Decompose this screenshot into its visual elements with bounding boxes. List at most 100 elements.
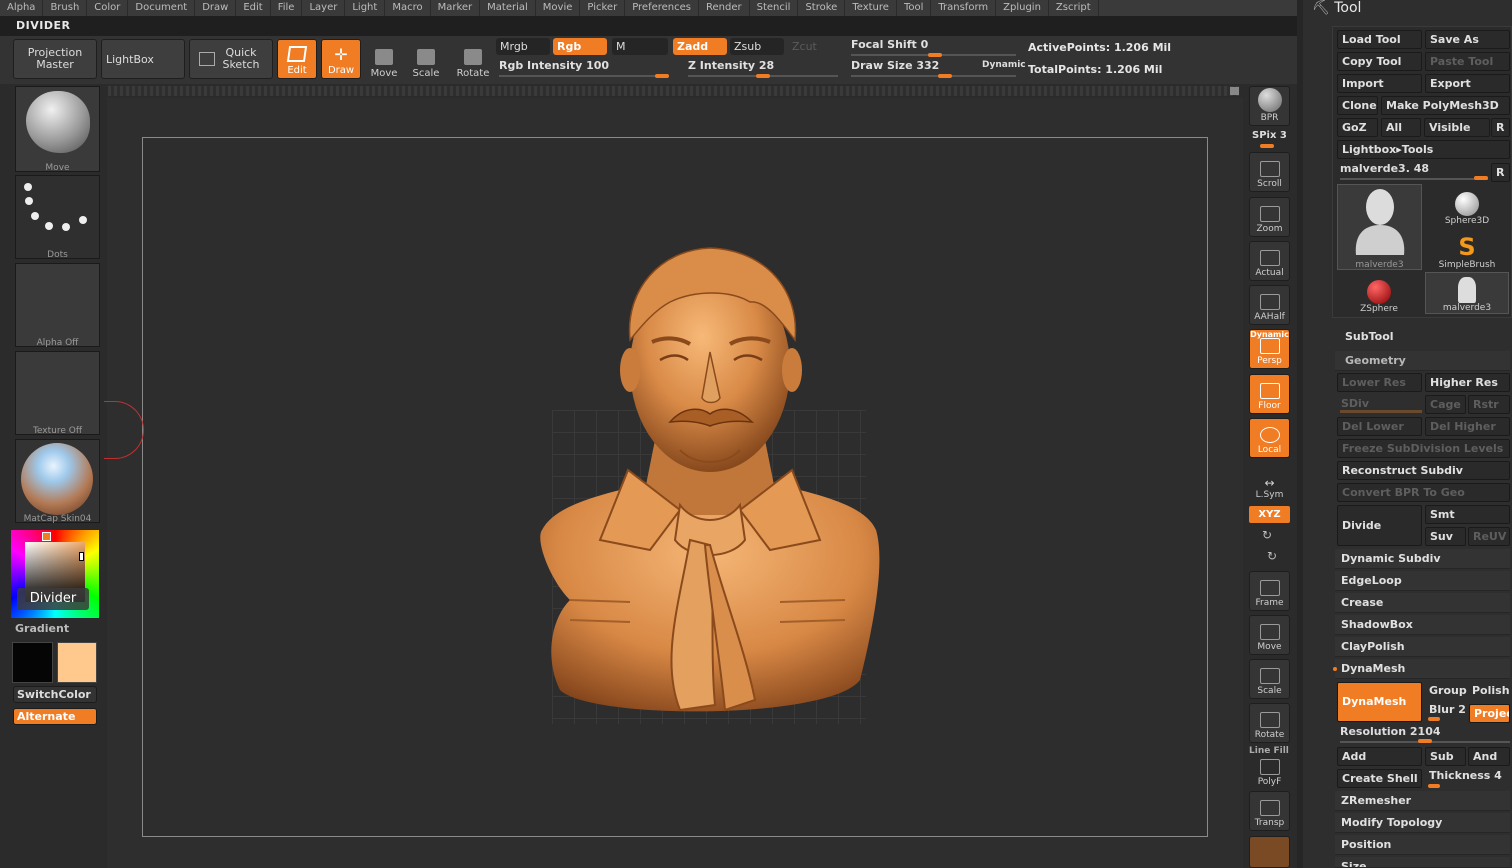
frame-button[interactable]: Frame	[1249, 571, 1290, 611]
menu-movie[interactable]: Movie	[536, 0, 581, 16]
rotate-z-icon[interactable]: ↻	[1267, 549, 1277, 563]
scale-button[interactable]: Scale	[406, 39, 446, 79]
bpr-button[interactable]: BPR	[1249, 86, 1290, 126]
rgb-intensity-slider[interactable]	[499, 75, 669, 77]
tool-thumb-simplebrush[interactable]: S SimpleBrush	[1425, 228, 1509, 270]
canvas-scroll-handle[interactable]	[1230, 87, 1239, 95]
menu-edit[interactable]: Edit	[236, 0, 271, 16]
rgb-button[interactable]: Rgb	[553, 38, 607, 55]
polish-toggle[interactable]: Polish	[1468, 682, 1510, 701]
lightbox-tools-button[interactable]: Lightbox▸Tools	[1337, 140, 1510, 159]
menu-document[interactable]: Document	[128, 0, 196, 16]
menu-texture[interactable]: Texture	[845, 0, 897, 16]
zoom-button[interactable]: Zoom	[1249, 197, 1290, 237]
menu-light[interactable]: Light	[345, 0, 386, 16]
local-button[interactable]: Local	[1249, 418, 1290, 458]
sdiv-track[interactable]	[1340, 410, 1422, 413]
draw-size-knob[interactable]	[938, 74, 952, 78]
move-button[interactable]: Move	[364, 39, 404, 79]
divide-button[interactable]: Divide	[1337, 505, 1422, 546]
texture-thumbnail[interactable]: Texture Off	[15, 351, 100, 436]
edgeloop-header[interactable]: EdgeLoop	[1335, 571, 1510, 591]
dynamic-subdiv-header[interactable]: Dynamic Subdiv	[1335, 549, 1510, 569]
canvas-scroll-strip[interactable]	[108, 86, 1240, 96]
position-header[interactable]: Position	[1335, 835, 1510, 855]
persp-button[interactable]: Dynamic Persp	[1249, 329, 1290, 369]
lsym-button[interactable]: ↔ L.Sym	[1249, 462, 1290, 502]
move-view-button[interactable]: Move	[1249, 615, 1290, 655]
menu-alpha[interactable]: Alpha	[0, 0, 44, 16]
menu-tool[interactable]: Tool	[897, 0, 932, 16]
all-button[interactable]: All	[1381, 118, 1421, 137]
ghost-button[interactable]	[1249, 836, 1290, 868]
menu-color[interactable]: Color	[87, 0, 129, 16]
suv-button[interactable]: Suv	[1425, 527, 1466, 546]
goz-button[interactable]: GoZ	[1337, 118, 1378, 137]
scale-view-button[interactable]: Scale	[1249, 659, 1290, 699]
geometry-header[interactable]: Geometry	[1335, 351, 1510, 371]
copy-tool-button[interactable]: Copy Tool	[1337, 52, 1422, 71]
zremesher-header[interactable]: ZRemesher	[1335, 791, 1510, 811]
z-intensity-knob[interactable]	[756, 74, 770, 78]
material-thumbnail[interactable]: MatCap Skin04	[15, 439, 100, 524]
menu-layer[interactable]: Layer	[302, 0, 346, 16]
m-button[interactable]: M	[612, 38, 668, 55]
add-button[interactable]: Add	[1337, 747, 1422, 766]
stroke-thumbnail[interactable]: Dots	[15, 175, 100, 260]
subtool-header[interactable]: SubTool	[1345, 330, 1394, 343]
transp-button[interactable]: Transp	[1249, 791, 1290, 831]
dynamic-toggle[interactable]: Dynamic	[982, 60, 1026, 70]
sub-button[interactable]: Sub	[1425, 747, 1466, 766]
mrgb-button[interactable]: Mrgb	[496, 38, 550, 55]
quick-sketch-button[interactable]: Quick Sketch	[189, 39, 273, 79]
paste-tool-button[interactable]: Paste Tool	[1425, 52, 1510, 71]
color-picker[interactable]: Divider	[11, 530, 99, 618]
resolution-knob[interactable]	[1418, 739, 1432, 743]
tool-thumb-malverde3-large[interactable]: malverde3	[1337, 184, 1422, 270]
make-polymesh-button[interactable]: Make PolyMesh3D	[1381, 96, 1510, 115]
alpha-thumbnail[interactable]: Alpha Off	[15, 263, 100, 348]
menu-preferences[interactable]: Preferences	[625, 0, 700, 16]
zsub-button[interactable]: Zsub	[730, 38, 784, 55]
menu-file[interactable]: File	[271, 0, 303, 16]
freeze-subdiv-button[interactable]: Freeze SubDivision Levels	[1337, 439, 1510, 458]
import-button[interactable]: Import	[1337, 74, 1422, 93]
menu-draw[interactable]: Draw	[195, 0, 237, 16]
gradient-label[interactable]: Gradient	[15, 622, 69, 635]
tool-thumb-malverde3-small[interactable]: malverde3	[1425, 272, 1509, 314]
menu-macro[interactable]: Macro	[385, 0, 431, 16]
menu-stroke[interactable]: Stroke	[798, 0, 846, 16]
project-button[interactable]: Projec	[1469, 704, 1510, 723]
spix-knob[interactable]	[1260, 144, 1274, 148]
edit-button[interactable]: Edit	[277, 39, 317, 79]
rstr-button[interactable]: Rstr	[1468, 395, 1510, 414]
reuv-button[interactable]: ReUV	[1468, 527, 1510, 546]
tool-thumb-zsphere[interactable]: ZSphere	[1337, 272, 1421, 314]
rotate-view-button[interactable]: Rotate	[1249, 703, 1290, 743]
goz-r-button[interactable]: R	[1491, 118, 1510, 137]
tool-thumb-sphere3d[interactable]: Sphere3D	[1425, 184, 1509, 226]
crease-header[interactable]: Crease	[1335, 593, 1510, 613]
menu-zscript[interactable]: Zscript	[1049, 0, 1099, 16]
blur-knob[interactable]	[1428, 717, 1440, 721]
current-tool-slider[interactable]	[1340, 178, 1488, 180]
cage-button[interactable]: Cage	[1425, 395, 1466, 414]
claypolish-header[interactable]: ClayPolish	[1335, 637, 1510, 657]
draw-size-slider[interactable]	[851, 75, 1016, 77]
rotate-button[interactable]: Rotate	[453, 39, 493, 79]
dynamesh-button[interactable]: DynaMesh	[1337, 682, 1422, 722]
menu-stencil[interactable]: Stencil	[750, 0, 799, 16]
primary-color-swatch[interactable]	[57, 642, 97, 683]
export-button[interactable]: Export	[1425, 74, 1510, 93]
brush-thumbnail[interactable]: Move	[15, 86, 100, 173]
zcut-button[interactable]: Zcut	[788, 38, 842, 55]
del-lower-button[interactable]: Del Lower	[1337, 417, 1422, 436]
menu-render[interactable]: Render	[699, 0, 750, 16]
menu-material[interactable]: Material	[480, 0, 536, 16]
menu-brush[interactable]: Brush	[43, 0, 88, 16]
and-button[interactable]: And	[1468, 747, 1510, 766]
aahalf-button[interactable]: AAHalf	[1249, 285, 1290, 325]
switchcolor-button[interactable]: SwitchColor	[13, 686, 97, 703]
save-as-button[interactable]: Save As	[1425, 30, 1510, 49]
spix-slider[interactable]: SPix 3	[1252, 130, 1287, 141]
